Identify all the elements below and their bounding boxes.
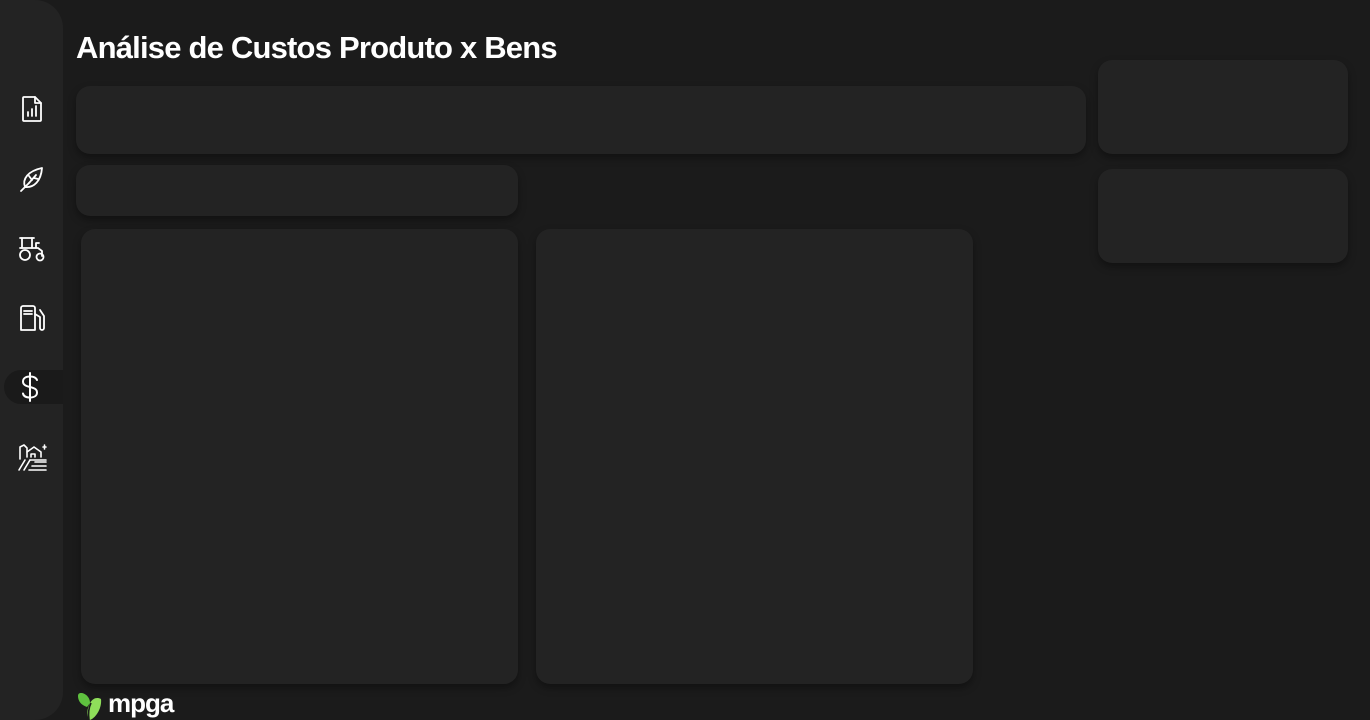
- sidebar-item-crops[interactable]: [0, 159, 63, 199]
- brand-name: mpga: [108, 687, 174, 718]
- kpi-card-top: [1098, 60, 1348, 154]
- filter-panel: [76, 86, 1086, 154]
- sidebar-item-fuel[interactable]: [0, 298, 63, 338]
- chart-panel-right: [536, 229, 973, 684]
- chart-panel-left: [81, 229, 518, 684]
- selector-panel: [76, 165, 518, 216]
- sidebar-item-farm[interactable]: [0, 437, 63, 477]
- report-chart-icon: [21, 96, 42, 122]
- page-title: Análise de Custos Produto x Bens: [76, 30, 558, 65]
- app-root: Análise de Custos Produto x Bens mpga: [0, 0, 1370, 720]
- sidebar-item-costs[interactable]: [4, 370, 63, 404]
- brand-logo[interactable]: mpga: [75, 687, 174, 720]
- sidebar: [0, 0, 63, 720]
- farm-field-icon: [17, 444, 47, 471]
- sidebar-item-machinery[interactable]: [0, 228, 63, 268]
- mpga-leaf-logo: [78, 693, 102, 720]
- kpi-card-bottom: [1098, 169, 1348, 263]
- sidebar-item-reports[interactable]: [0, 89, 63, 129]
- tractor-icon: [18, 237, 44, 262]
- fuel-pump-icon: [19, 305, 45, 331]
- dollar-icon: [21, 372, 38, 402]
- leaf-icon: [19, 167, 43, 192]
